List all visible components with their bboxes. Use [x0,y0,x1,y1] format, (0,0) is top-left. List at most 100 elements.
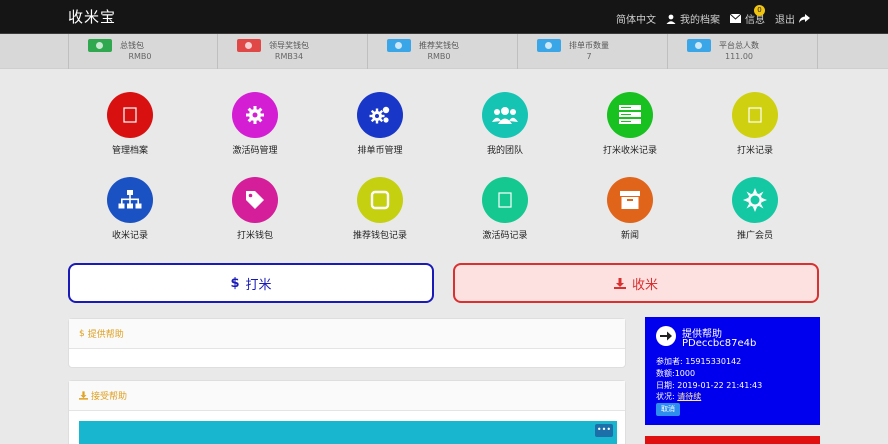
dollar-icon: $ [230,275,240,291]
logout-label: 退出 [775,15,795,26]
money-icon [537,39,561,52]
tile-give-wallet[interactable]: 打米钱包 [205,177,305,241]
download-icon [613,277,626,289]
receive-rice-label: 收米 [631,277,658,293]
server-icon [607,92,653,138]
tile-label: 收米记录 [111,231,148,241]
tile-label: 我的团队 [486,146,523,156]
money-icon [237,39,261,52]
stat-label: 推荐奖钱包 [419,41,459,50]
date-value: 2019-01-22 21:41:43 [677,381,763,390]
accept-help-header: 接受帮助 [69,381,625,411]
download-icon [79,391,88,400]
user-icon [666,14,676,24]
tile-manage-profile[interactable]: 管理档案 [80,92,180,156]
accept-help-panel: 接受帮助 ••• [68,380,626,444]
card-participant-row: 参加者: 15915330142 [656,356,741,367]
accept-help-title: 接受帮助 [91,392,128,402]
profile-link[interactable]: 我的档案 [666,11,720,26]
stat-referral-wallet: 推荐奖钱包 RMB0 [368,34,518,69]
stat-total-wallet: 总钱包 RMB0 [68,34,218,69]
tile-label: 激活码记录 [482,231,528,241]
stat-queue-coins: 排单币数量 7 [518,34,668,69]
square-icon [107,92,153,138]
money-icon [687,39,711,52]
tile-my-team[interactable]: 我的团队 [455,92,555,156]
sun-icon [732,177,778,223]
more-options-button[interactable]: ••• [595,424,613,437]
brand-title[interactable]: 收米宝 [68,6,116,27]
stat-leader-wallet: 领导奖钱包 RMB34 [218,34,368,69]
logout-link[interactable]: 退出 [775,11,810,26]
stat-label: 领导奖钱包 [269,41,309,50]
provide-help-title: 提供帮助 [87,330,124,340]
date-label: 日期: [656,381,675,390]
tile-news[interactable]: 新闻 [580,177,680,241]
wallet-stats-bar: 总钱包 RMB0 领导奖钱包 RMB34 推荐奖钱包 RMB0 排单币数量 7 … [0,34,888,69]
tile-queue-coin[interactable]: 排单币管理 [330,92,430,156]
card-status-row: 状况: 请待续 [656,391,701,402]
stat-platform-users: 平台总人数 111.00 [668,34,818,69]
tile-label: 管理档案 [111,146,148,156]
amount-value: 1000 [674,369,696,378]
tile-label: 推广会员 [736,231,773,241]
tile-label: 激活码管理 [232,146,278,156]
status-link[interactable]: 请待续 [677,392,701,401]
square-icon [482,177,528,223]
archive-icon [607,177,653,223]
tile-give-receive-records[interactable]: 打米收米记录 [580,92,680,156]
envelope-icon [730,14,741,23]
amount-label: 数额: [656,369,675,378]
users-icon [482,92,528,138]
tile-referral-wallet-records[interactable]: 推荐钱包记录 [330,177,430,241]
language-label: 简体中文 [616,15,656,26]
tile-label: 打米收米记录 [602,146,657,156]
tile-label: 新闻 [620,231,639,241]
tile-promote-member[interactable]: 推广会员 [705,177,805,241]
receive-help-card [645,436,820,444]
participant-value: 15915330142 [685,357,742,366]
stat-value: RMB34 [274,52,304,61]
tile-give-records[interactable]: 打米记录 [705,92,805,156]
checkbox-icon [357,177,403,223]
sitemap-icon [107,177,153,223]
profile-label: 我的档案 [680,15,720,26]
tile-label: 排单币管理 [357,146,403,156]
card-date-row: 日期: 2019-01-22 21:41:43 [656,380,762,391]
tile-label: 打米钱包 [236,231,273,241]
square-icon [732,92,778,138]
help-request-item: ••• [79,421,617,444]
share-arrow-icon [799,14,810,23]
stat-label: 排单币数量 [569,41,609,50]
language-link[interactable]: 简体中文 [616,11,656,26]
money-icon [88,39,112,52]
stat-value: RMB0 [128,52,152,61]
give-rice-button[interactable]: $ 打米 [68,263,434,303]
tile-label: 推荐钱包记录 [352,231,407,241]
tile-label: 打米记录 [736,146,773,156]
messages-link[interactable]: 0 信息 [730,5,765,26]
card-amount-row: 数额:1000 [656,368,695,379]
cancel-button[interactable]: 取消 [656,403,680,416]
receive-rice-button[interactable]: 收米 [453,263,819,303]
message-count-badge: 0 [754,5,765,16]
status-label: 状况: [656,392,675,401]
provide-help-header: $ 提供帮助 [69,319,625,349]
top-navbar: 收米宝 简体中文 我的档案 0 信息 退出 [0,0,888,34]
provide-help-panel: $ 提供帮助 [68,318,626,368]
stat-value: 111.00 [725,52,753,61]
give-rice-label: 打米 [245,277,272,293]
arrow-right-icon [656,326,676,346]
tile-activation-code[interactable]: 激活码管理 [205,92,305,156]
stat-label: 平台总人数 [719,41,759,50]
tile-receive-records[interactable]: 收米记录 [80,177,180,241]
stat-value: RMB0 [427,52,451,61]
gear-icon [232,92,278,138]
dollar-icon: $ [79,328,85,339]
stat-value: 7 [586,52,592,61]
card-order-id: PDeccbc87e4b [682,338,757,349]
participant-label: 参加者: [656,357,683,366]
top-nav: 简体中文 我的档案 0 信息 退出 [616,5,810,26]
tile-activation-records[interactable]: 激活码记录 [455,177,555,241]
money-icon [387,39,411,52]
